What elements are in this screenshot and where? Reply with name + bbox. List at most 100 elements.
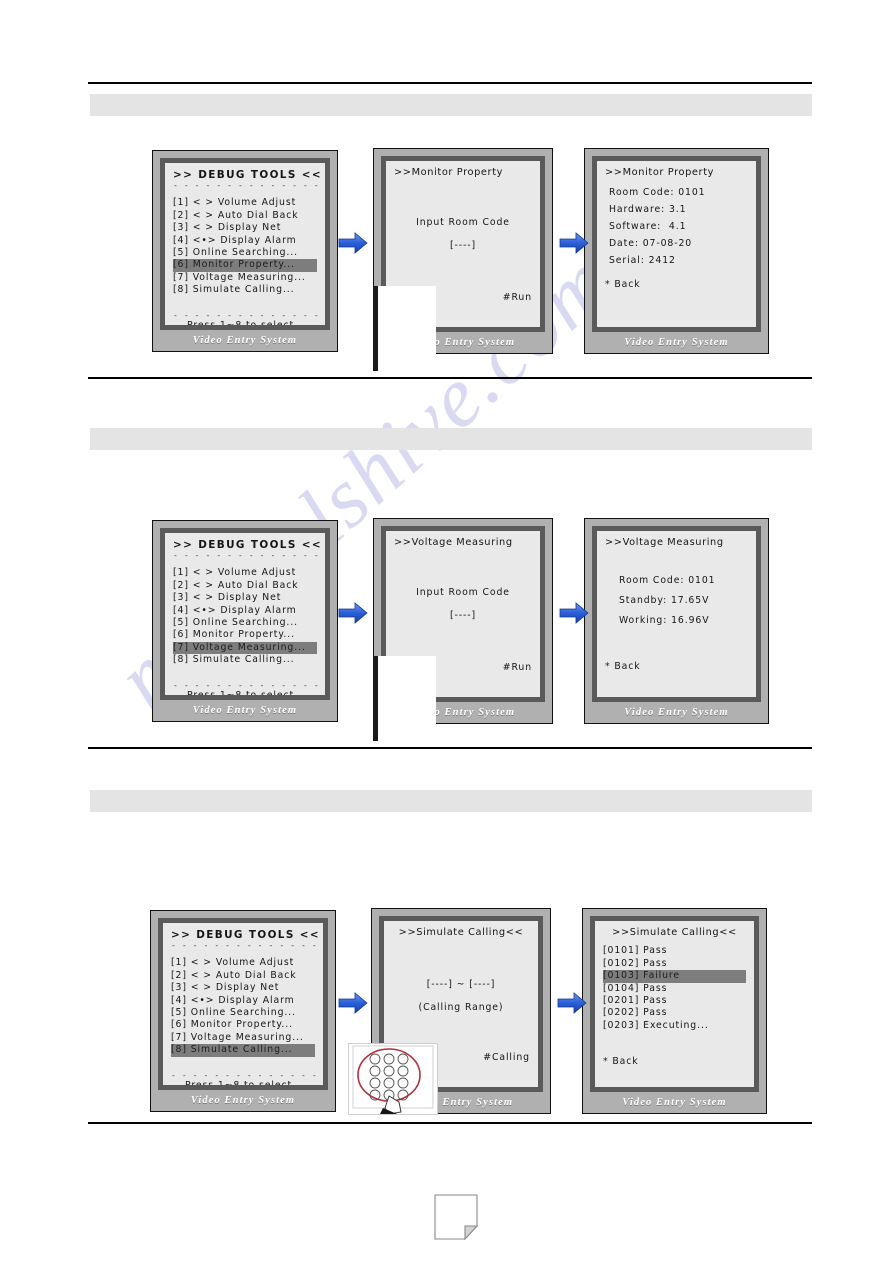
- menu-item-2[interactable]: [2] < > Auto Dial Back: [173, 580, 317, 592]
- menu-item-6[interactable]: [6] Monitor Property...: [173, 259, 317, 272]
- divider-bottom: - - - - - - - - - - - - - - - - - - - -: [173, 680, 330, 690]
- top-rule: [88, 82, 812, 84]
- section-rule-2: [88, 747, 812, 749]
- input-prompt: Input Room Code: [416, 217, 510, 229]
- screen-voltage-measuring-result[interactable]: >>Voltage Measuring Room Code: 0101 Stan…: [584, 518, 769, 724]
- lcd-panel: >>Monitor Property Room Code: 0101 Hardw…: [592, 156, 761, 332]
- row-hardware: Hardware: 3.1: [609, 204, 687, 216]
- back-button[interactable]: * Back: [605, 661, 748, 673]
- brand-label: Video Entry System: [190, 1095, 296, 1106]
- menu-title: >> DEBUG TOOLS <<: [171, 929, 320, 941]
- result-row-2: [0102] Pass: [603, 957, 668, 969]
- screen-title: >>Monitor Property: [394, 167, 504, 178]
- divider: - - - - - - - - - - - - - - - - - - - -: [173, 181, 330, 191]
- section-band-2: [90, 428, 812, 450]
- brand-label: Video Entry System: [624, 707, 729, 718]
- page-corner-fold-icon: [434, 1194, 478, 1240]
- lcd-panel: >> DEBUG TOOLS << - - - - - - - - - - - …: [158, 918, 328, 1090]
- screen-simulate-calling-result[interactable]: >>Simulate Calling<< [0101] Pass [0102] …: [582, 908, 767, 1114]
- footer-hint: Press 1~8 to select: [187, 319, 295, 330]
- row-date: Date: 07-08-20: [609, 238, 693, 250]
- result-row-5: [0201] Pass: [603, 995, 668, 1007]
- right-arrow-icon: [557, 992, 587, 1014]
- menu-item-6[interactable]: [6] Monitor Property...: [173, 629, 317, 641]
- menu-title: >> DEBUG TOOLS <<: [173, 539, 322, 551]
- menu-item-8[interactable]: [8] Simulate Calling...: [171, 1044, 315, 1057]
- menu-item-3[interactable]: [3] < > Display Net: [171, 982, 315, 994]
- row-room-code: Room Code: 0101: [619, 575, 716, 587]
- footer-hint: Press 1~8 to select: [187, 689, 295, 700]
- occluder-block-1: [371, 286, 436, 364]
- menu-item-4[interactable]: [4] <•> Display Alarm: [173, 605, 317, 617]
- divider: - - - - - - - - - - - - - - - - - - - -: [173, 551, 330, 561]
- screen-title: >>Simulate Calling<<: [398, 927, 524, 938]
- result-row-7: [0203] Executing...: [603, 1019, 709, 1031]
- lcd-panel: >> DEBUG TOOLS << - - - - - - - - - - - …: [160, 158, 330, 330]
- menu-item-6[interactable]: [6] Monitor Property...: [171, 1019, 315, 1031]
- right-arrow-icon: [338, 602, 368, 624]
- right-arrow-icon: [338, 992, 368, 1014]
- divider-bottom: - - - - - - - - - - - - - - - - - - - -: [171, 1070, 328, 1080]
- menu-item-7[interactable]: [7] Voltage Measuring...: [173, 272, 317, 284]
- occluder-block-2: [371, 656, 436, 734]
- menu-item-2[interactable]: [2] < > Auto Dial Back: [171, 970, 315, 982]
- room-code-input[interactable]: [----]: [394, 240, 532, 252]
- lcd-panel: >>Simulate Calling<< [0101] Pass [0102] …: [590, 916, 759, 1092]
- keypad-graphic: [352, 1045, 434, 1118]
- menu-item-1[interactable]: [1] < > Volume Adjust: [171, 957, 315, 969]
- menu-title: >> DEBUG TOOLS <<: [173, 169, 322, 181]
- lcd-panel: >> DEBUG TOOLS << - - - - - - - - - - - …: [160, 528, 330, 700]
- menu-item-3[interactable]: [3] < > Display Net: [173, 222, 317, 234]
- input-prompt: Input Room Code: [416, 587, 510, 599]
- back-button[interactable]: * Back: [603, 1056, 746, 1068]
- right-arrow-icon: [338, 232, 368, 254]
- menu-item-8[interactable]: [8] Simulate Calling...: [173, 284, 317, 296]
- back-button[interactable]: * Back: [605, 279, 748, 291]
- menu-item-1[interactable]: [1] < > Volume Adjust: [173, 197, 317, 209]
- section-rule-1: [88, 377, 812, 379]
- menu-item-7[interactable]: [7] Voltage Measuring...: [173, 641, 317, 655]
- row-room-code: Room Code: 0101: [609, 187, 706, 199]
- section-band-1: [90, 94, 812, 116]
- screen-monitor-property-result[interactable]: >>Monitor Property Room Code: 0101 Hardw…: [584, 148, 769, 354]
- occluder-bar-1: [373, 286, 378, 371]
- menu-item-5[interactable]: [5] Online Searching...: [171, 1007, 315, 1019]
- menu-item-3[interactable]: [3] < > Display Net: [173, 592, 317, 604]
- calling-range-caption: (Calling Range): [418, 1001, 504, 1013]
- menu-item-4[interactable]: [4] <•> Display Alarm: [171, 995, 315, 1007]
- divider-bottom: - - - - - - - - - - - - - - - - - - - -: [173, 310, 330, 320]
- brand-label: Video Entry System: [624, 337, 729, 348]
- divider: - - - - - - - - - - - - - - - - - - - -: [171, 941, 328, 951]
- section-band-3: [90, 790, 812, 812]
- result-row-3: [0103] Failure: [603, 970, 746, 983]
- screen-title: >>Simulate Calling<<: [612, 927, 737, 938]
- brand-label: Video Entry System: [192, 335, 298, 346]
- bottom-rule: [88, 1122, 812, 1124]
- room-code-input[interactable]: [----]: [394, 610, 532, 622]
- row-serial: Serial: 2412: [609, 255, 676, 267]
- menu-item-5[interactable]: [5] Online Searching...: [173, 247, 317, 259]
- right-arrow-icon: [559, 232, 589, 254]
- menu-item-5[interactable]: [5] Online Searching...: [173, 617, 317, 629]
- lcd-panel: >>Voltage Measuring Room Code: 0101 Stan…: [592, 526, 761, 702]
- screen-title: >>Monitor Property: [605, 167, 715, 178]
- screen-debug-tools-1[interactable]: >> DEBUG TOOLS << - - - - - - - - - - - …: [152, 150, 338, 352]
- result-row-6: [0202] Pass: [603, 1007, 668, 1019]
- occluder-bar-2: [373, 656, 378, 741]
- menu-item-4[interactable]: [4] <•> Display Alarm: [173, 235, 317, 247]
- brand-label: Video Entry System: [192, 705, 298, 716]
- row-standby: Standby: 17.65V: [619, 595, 710, 607]
- screen-debug-tools-3[interactable]: >> DEBUG TOOLS << - - - - - - - - - - - …: [150, 910, 336, 1112]
- menu-item-2[interactable]: [2] < > Auto Dial Back: [173, 210, 317, 222]
- screen-title: >>Voltage Measuring: [394, 537, 513, 548]
- right-arrow-icon: [559, 602, 589, 624]
- row-software: Software: 4.1: [609, 221, 687, 233]
- screen-debug-tools-2[interactable]: >> DEBUG TOOLS << - - - - - - - - - - - …: [152, 520, 338, 722]
- menu-item-7[interactable]: [7] Voltage Measuring...: [171, 1032, 315, 1044]
- menu-item-1[interactable]: [1] < > Volume Adjust: [173, 567, 317, 579]
- keypad-illustration: [348, 1043, 438, 1118]
- calling-range-input[interactable]: [----] ~ [----]: [392, 979, 530, 991]
- menu-item-8[interactable]: [8] Simulate Calling...: [173, 654, 317, 666]
- brand-label: Video Entry System: [622, 1097, 727, 1108]
- result-row-4: [0104] Pass: [603, 982, 668, 994]
